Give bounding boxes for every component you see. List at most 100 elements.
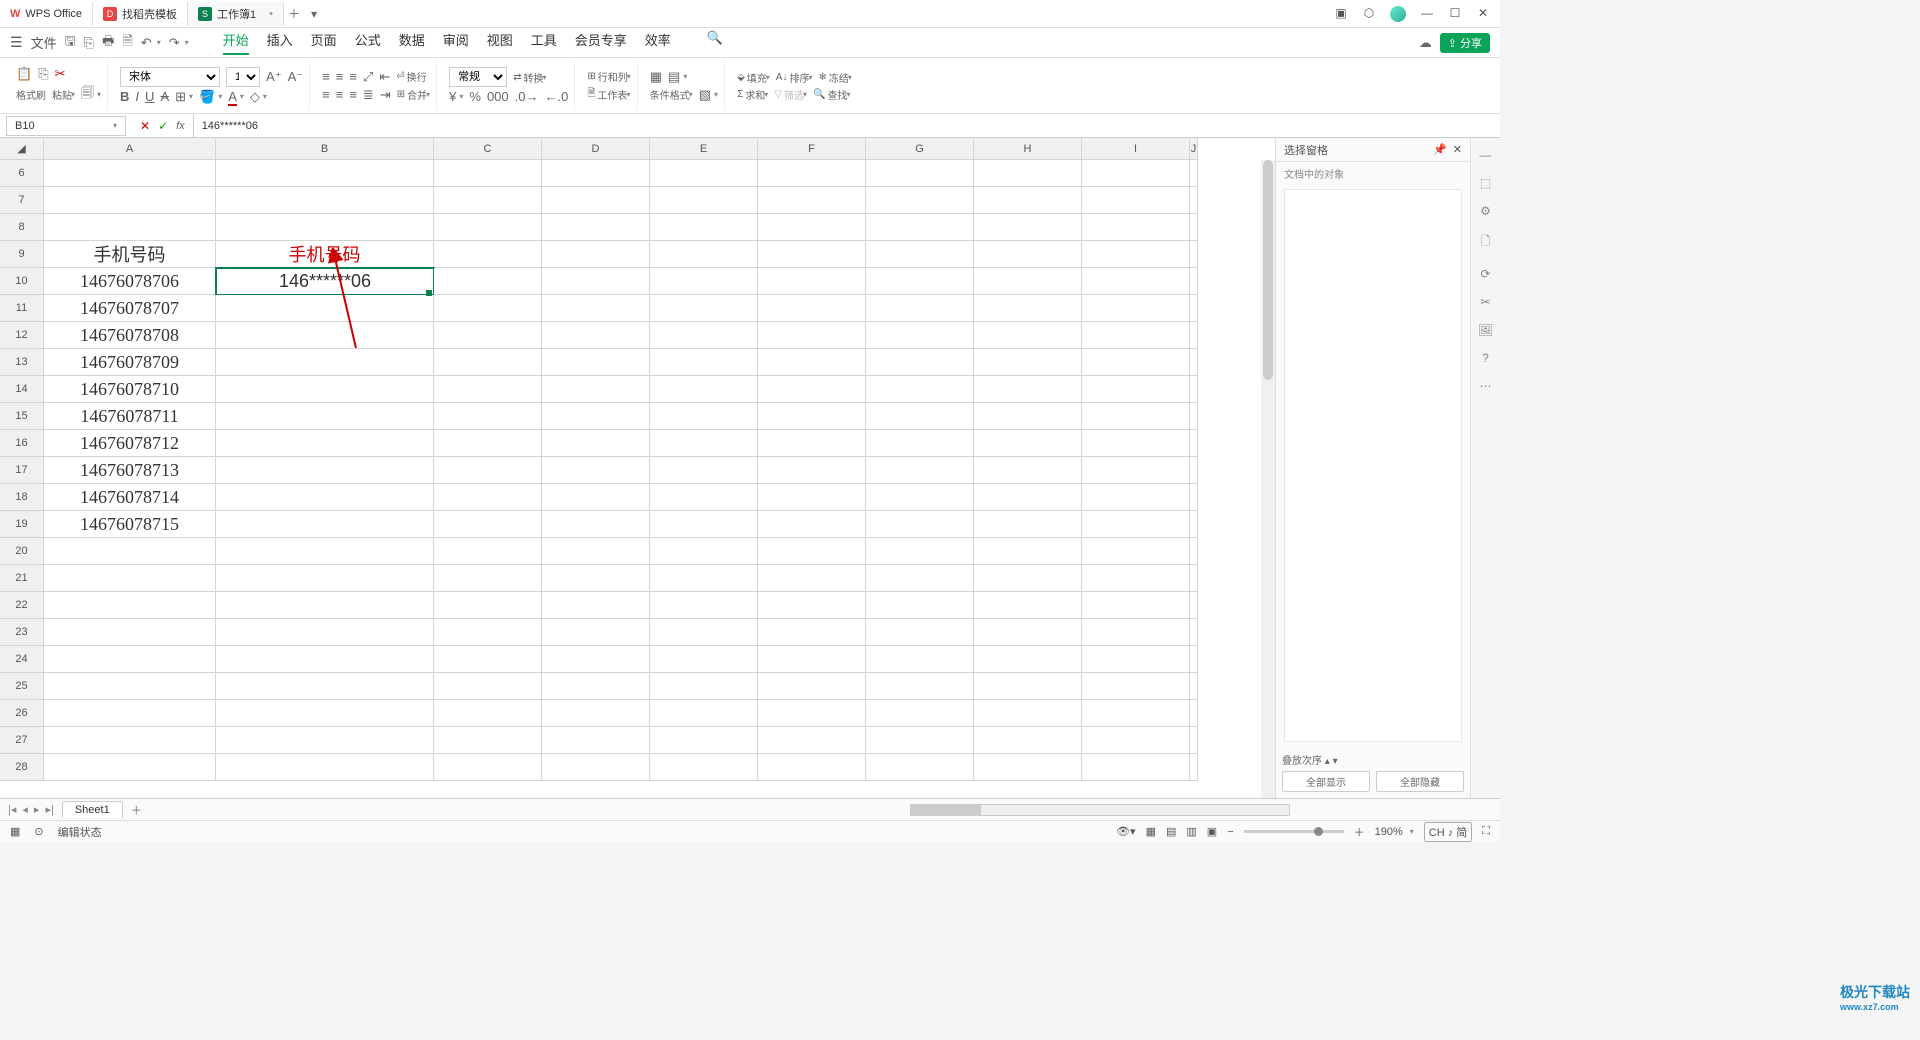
cell-D16[interactable] <box>542 430 650 457</box>
cell-I16[interactable] <box>1082 430 1190 457</box>
col-header-A[interactable]: A <box>44 138 216 160</box>
side-help-icon[interactable]: ? <box>1482 351 1489 365</box>
cell-C22[interactable] <box>434 592 542 619</box>
cell-I9[interactable] <box>1082 241 1190 268</box>
side-select-icon[interactable]: ⬚ <box>1480 176 1491 190</box>
cell-A27[interactable] <box>44 727 216 754</box>
horizontal-scrollbar[interactable] <box>910 804 1290 816</box>
cell-C17[interactable] <box>434 457 542 484</box>
cell-A11[interactable]: 14676078707 <box>44 295 216 322</box>
tab-formula[interactable]: 公式 <box>355 30 381 55</box>
cell-F9[interactable] <box>758 241 866 268</box>
comma-icon[interactable]: 000 <box>487 89 509 104</box>
paste-big-icon[interactable]: 📋 <box>16 66 32 82</box>
cell-G8[interactable] <box>866 214 974 241</box>
minimize-icon[interactable]: — <box>1420 6 1434 22</box>
tab-data[interactable]: 数据 <box>399 30 425 55</box>
cell-A25[interactable] <box>44 673 216 700</box>
tab-menu-button[interactable]: ▾ <box>304 7 324 21</box>
tab-review[interactable]: 审阅 <box>443 30 469 55</box>
pin-icon[interactable]: 📌 <box>1433 144 1447 156</box>
cell-F12[interactable] <box>758 322 866 349</box>
cell-D22[interactable] <box>542 592 650 619</box>
cell-C7[interactable] <box>434 187 542 214</box>
move-down-icon[interactable]: ▾ <box>1333 756 1338 767</box>
cell-G20[interactable] <box>866 538 974 565</box>
row-header-19[interactable]: 19 <box>0 511 44 538</box>
cell-D24[interactable] <box>542 646 650 673</box>
cell-B10[interactable]: 146******06 <box>216 268 434 295</box>
cut-icon[interactable]: ✂ <box>55 66 66 82</box>
cell-I8[interactable] <box>1082 214 1190 241</box>
user-avatar[interactable] <box>1390 6 1406 22</box>
side-minus-icon[interactable]: — <box>1480 148 1492 162</box>
rowcol-button[interactable]: ⊞ 行和列▾ <box>587 69 630 84</box>
percent-icon[interactable]: % <box>469 89 481 104</box>
confirm-edit-icon[interactable]: ✓ <box>158 119 168 133</box>
fill-handle[interactable] <box>426 290 432 296</box>
cell-F22[interactable] <box>758 592 866 619</box>
row-header-26[interactable]: 26 <box>0 700 44 727</box>
row-header-15[interactable]: 15 <box>0 403 44 430</box>
cell-F18[interactable] <box>758 484 866 511</box>
cell-D21[interactable] <box>542 565 650 592</box>
sheet-button[interactable]: 🗎 工作表▾ <box>587 86 630 103</box>
cancel-edit-icon[interactable]: ✕ <box>140 119 150 133</box>
border-icon[interactable]: ⊞ <box>175 89 186 105</box>
name-box[interactable]: B10 ▾ <box>6 116 126 136</box>
row-header-10[interactable]: 10 <box>0 268 44 295</box>
cell-H8[interactable] <box>974 214 1082 241</box>
cell-C11[interactable] <box>434 295 542 322</box>
print-preview-icon[interactable]: 🗎 <box>122 32 132 54</box>
macro-icon[interactable]: ▦ <box>10 825 20 838</box>
cell-J7[interactable] <box>1190 187 1198 214</box>
wrap-button[interactable]: ⏎ 换行 <box>396 69 426 84</box>
cell-E25[interactable] <box>650 673 758 700</box>
cell-J20[interactable] <box>1190 538 1198 565</box>
cell-J16[interactable] <box>1190 430 1198 457</box>
cell-E22[interactable] <box>650 592 758 619</box>
zoom-slider[interactable] <box>1244 830 1344 833</box>
cell-G15[interactable] <box>866 403 974 430</box>
cell-D25[interactable] <box>542 673 650 700</box>
cell-I17[interactable] <box>1082 457 1190 484</box>
cell-F20[interactable] <box>758 538 866 565</box>
cell-B23[interactable] <box>216 619 434 646</box>
cell-F15[interactable] <box>758 403 866 430</box>
cell-B6[interactable] <box>216 160 434 187</box>
cell-A24[interactable] <box>44 646 216 673</box>
cell-I19[interactable] <box>1082 511 1190 538</box>
row-header-25[interactable]: 25 <box>0 673 44 700</box>
cell-I23[interactable] <box>1082 619 1190 646</box>
side-backup-icon[interactable]: ⟳ <box>1480 267 1490 281</box>
cell-C15[interactable] <box>434 403 542 430</box>
cell-D8[interactable] <box>542 214 650 241</box>
col-header-C[interactable]: C <box>434 138 542 160</box>
cell-D6[interactable] <box>542 160 650 187</box>
cell-H26[interactable] <box>974 700 1082 727</box>
cell-B27[interactable] <box>216 727 434 754</box>
cell-A12[interactable]: 14676078708 <box>44 322 216 349</box>
cell-F7[interactable] <box>758 187 866 214</box>
cell-D7[interactable] <box>542 187 650 214</box>
copy-icon[interactable]: ⎘ <box>38 66 48 82</box>
cell-C27[interactable] <box>434 727 542 754</box>
save-icon[interactable]: 🖫 <box>65 32 76 54</box>
tab-home[interactable]: 开始 <box>223 30 249 55</box>
italic-icon[interactable]: I <box>135 89 139 104</box>
cell-G21[interactable] <box>866 565 974 592</box>
cell-E11[interactable] <box>650 295 758 322</box>
cell-F17[interactable] <box>758 457 866 484</box>
cell-J25[interactable] <box>1190 673 1198 700</box>
cell-B12[interactable] <box>216 322 434 349</box>
cell-G14[interactable] <box>866 376 974 403</box>
fill-color-icon[interactable]: 🪣 <box>199 89 215 105</box>
cell-F24[interactable] <box>758 646 866 673</box>
cell-B11[interactable] <box>216 295 434 322</box>
justify-icon[interactable]: ≣ <box>363 87 374 103</box>
cell-F10[interactable] <box>758 268 866 295</box>
row-header-13[interactable]: 13 <box>0 349 44 376</box>
cell-C25[interactable] <box>434 673 542 700</box>
cell-I7[interactable] <box>1082 187 1190 214</box>
cell-F28[interactable] <box>758 754 866 781</box>
